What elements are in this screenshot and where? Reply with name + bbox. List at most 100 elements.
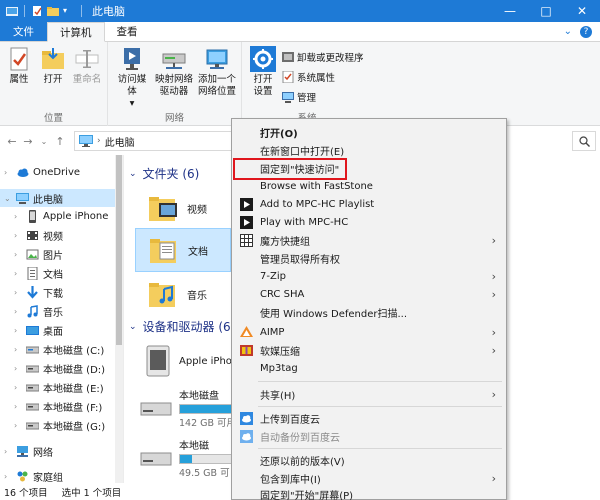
chevron-right-icon: › [14,401,18,411]
open-button[interactable]: 打开 [38,46,68,86]
menu-item-mpc-play[interactable]: Play with MPC-HC [234,213,504,231]
back-arrow-icon[interactable]: ← [4,135,20,148]
up-arrow-icon[interactable]: ↑ [52,135,68,148]
tab-computer[interactable]: 计算机 [47,22,105,42]
drive-icon [26,365,39,372]
menu-label: 管理员取得所有权 [260,254,340,266]
maximize-button[interactable]: □ [528,0,564,22]
help-icon[interactable]: ? [580,25,592,38]
map-drive-button[interactable]: 映射网络 驱动器 [154,46,194,98]
forward-arrow-icon[interactable]: → [20,135,36,148]
manage-button[interactable]: 管理 [282,90,316,104]
chevron-right-icon: › [97,136,101,146]
nav-label-disk-c: 本地磁盘 (C:) [43,345,105,357]
drive-icon [26,384,39,391]
properties-button[interactable]: 属性 [4,46,34,86]
menu-item-backup-baidu[interactable]: 自动备份到百度云 [234,427,504,445]
menu-item-crc-sha[interactable]: CRC SHA › [234,285,504,303]
nav-item-network[interactable]: › 网络 [4,442,53,460]
chevron-down-icon[interactable]: ▾ [63,5,75,17]
menu-label: 共享(H) [260,390,296,402]
nav-item-disk-c[interactable]: › 本地磁盘 (C:) [14,340,104,358]
nav-scrollbar-thumb[interactable] [116,155,122,345]
tab-file[interactable]: 文件 [0,22,47,41]
music-folder-icon [149,283,175,307]
chevron-right-icon: › [491,325,496,339]
menu-item-take-ownership[interactable]: 管理员取得所有权 [234,249,504,267]
close-button[interactable]: ✕ [564,0,600,22]
search-button[interactable] [572,131,596,151]
folders-section-header[interactable]: ⌄ 文件夹 (6) [129,165,199,182]
chevron-right-icon: › [14,230,18,240]
nav-item-disk-e[interactable]: › 本地磁盘 (E:) [14,378,104,396]
device-tile-iphone[interactable]: Apple iPho [143,341,233,381]
uninstall-programs-button[interactable]: 卸载或更改程序 [282,50,364,64]
drive-icon [26,346,39,353]
nav-item-this-pc[interactable]: ⌄ 此电脑 [0,189,115,207]
manage-label: 管理 [297,93,317,104]
baidu-cloud-icon [240,411,253,425]
folder-label-music: 音乐 [187,290,207,302]
menu-item-mofang[interactable]: 魔方快捷组 › [234,231,504,249]
menu-label: 打开(O) [260,128,298,140]
tab-view[interactable]: 查看 [105,22,150,41]
rename-button[interactable]: 重命名 [72,46,102,86]
new-folder-icon[interactable] [47,5,59,17]
nav-item-music[interactable]: › 音乐 [14,302,63,320]
menu-item-upload-baidu[interactable]: 上传到百度云 [234,409,504,427]
nav-item-onedrive[interactable]: › OneDrive [4,163,80,181]
menu-item-share[interactable]: 共享(H) › [234,385,504,403]
nav-item-videos[interactable]: › 视频 [14,226,63,244]
menu-label: 自动备份到百度云 [260,432,340,444]
menu-label: 7-Zip [260,270,286,282]
nav-item-documents[interactable]: › 文档 [14,264,63,282]
network-group: 访问媒体 ▾ 映射网络 驱动器 添加一个 网络位置 网络 [108,42,242,126]
devices-section-header[interactable]: ⌄ 设备和驱动器 (6 [129,318,231,335]
navigation-pane: › OneDrive ⌄ 此电脑 › Apple iPhone › 视频 › 图… [0,155,124,484]
grid-icon [240,233,253,247]
minimize-button[interactable]: — [492,0,528,22]
menu-item-aimp[interactable]: AIMP › [234,323,504,341]
menu-item-mp3tag[interactable]: Mp3tag [234,359,504,377]
folder-tile-music[interactable]: 音乐 [147,275,231,313]
network-group-label: 网络 [164,113,184,124]
map-drive-label-2: 驱动器 [159,86,189,97]
document-folder-icon [150,239,176,263]
nav-item-pictures[interactable]: › 图片 [14,245,63,263]
nav-item-disk-g[interactable]: › 本地磁盘 (G:) [14,416,105,434]
window-controls: — □ ✕ [492,0,600,22]
add-network-location-button[interactable]: 添加一个 网络位置 [196,46,238,98]
nav-item-downloads[interactable]: › 下载 [14,283,63,301]
menu-item-mpc-playlist[interactable]: Add to MPC-HC Playlist [234,195,504,213]
app-icon[interactable] [6,5,18,17]
menu-item-open[interactable]: 打开(O) [234,123,504,141]
nav-scrollbar[interactable] [115,155,123,483]
chevron-down-icon[interactable]: ⌄ [36,137,52,146]
open-settings-button[interactable]: 打开 设置 [248,46,278,98]
chevron-down-icon[interactable]: ⌄ [564,26,572,37]
nav-label-desktop: 桌面 [43,326,63,338]
menu-item-pin-start[interactable]: 固定到"开始"屏幕(P) [234,485,504,500]
access-media-button[interactable]: 访问媒体 ▾ [114,46,150,110]
nav-item-disk-f[interactable]: › 本地磁盘 (F:) [14,397,102,415]
folder-tile-videos[interactable]: 视频 [147,189,231,227]
menu-item-open-new-window[interactable]: 在新窗口中打开(E) [234,141,504,159]
item-count: 16 个项目 [4,487,48,499]
media-icon [124,48,140,70]
menu-item-ruanmei-zip[interactable]: 软媒压缩 › [234,341,504,359]
uninstall-icon [282,52,294,62]
nav-item-desktop[interactable]: › 桌面 [14,321,63,339]
chevron-right-icon: › [491,233,496,247]
nav-label-disk-f: 本地磁盘 (F:) [43,402,103,414]
music-note-icon [27,304,38,317]
menu-item-7zip[interactable]: 7-Zip › [234,267,504,285]
menu-item-restore-versions[interactable]: 还原以前的版本(V) [234,451,504,469]
folder-tile-documents[interactable]: 文档 [135,228,231,272]
properties-icon[interactable] [31,5,43,17]
chevron-right-icon: › [14,382,18,392]
devices-header-label: 设备和驱动器 (6 [142,320,231,334]
system-properties-button[interactable]: 系统属性 [282,70,335,84]
nav-item-disk-d[interactable]: › 本地磁盘 (D:) [14,359,105,377]
menu-item-defender-scan[interactable]: 使用 Windows Defender扫描... [234,303,504,321]
nav-item-iphone[interactable]: › Apple iPhone [14,207,108,225]
